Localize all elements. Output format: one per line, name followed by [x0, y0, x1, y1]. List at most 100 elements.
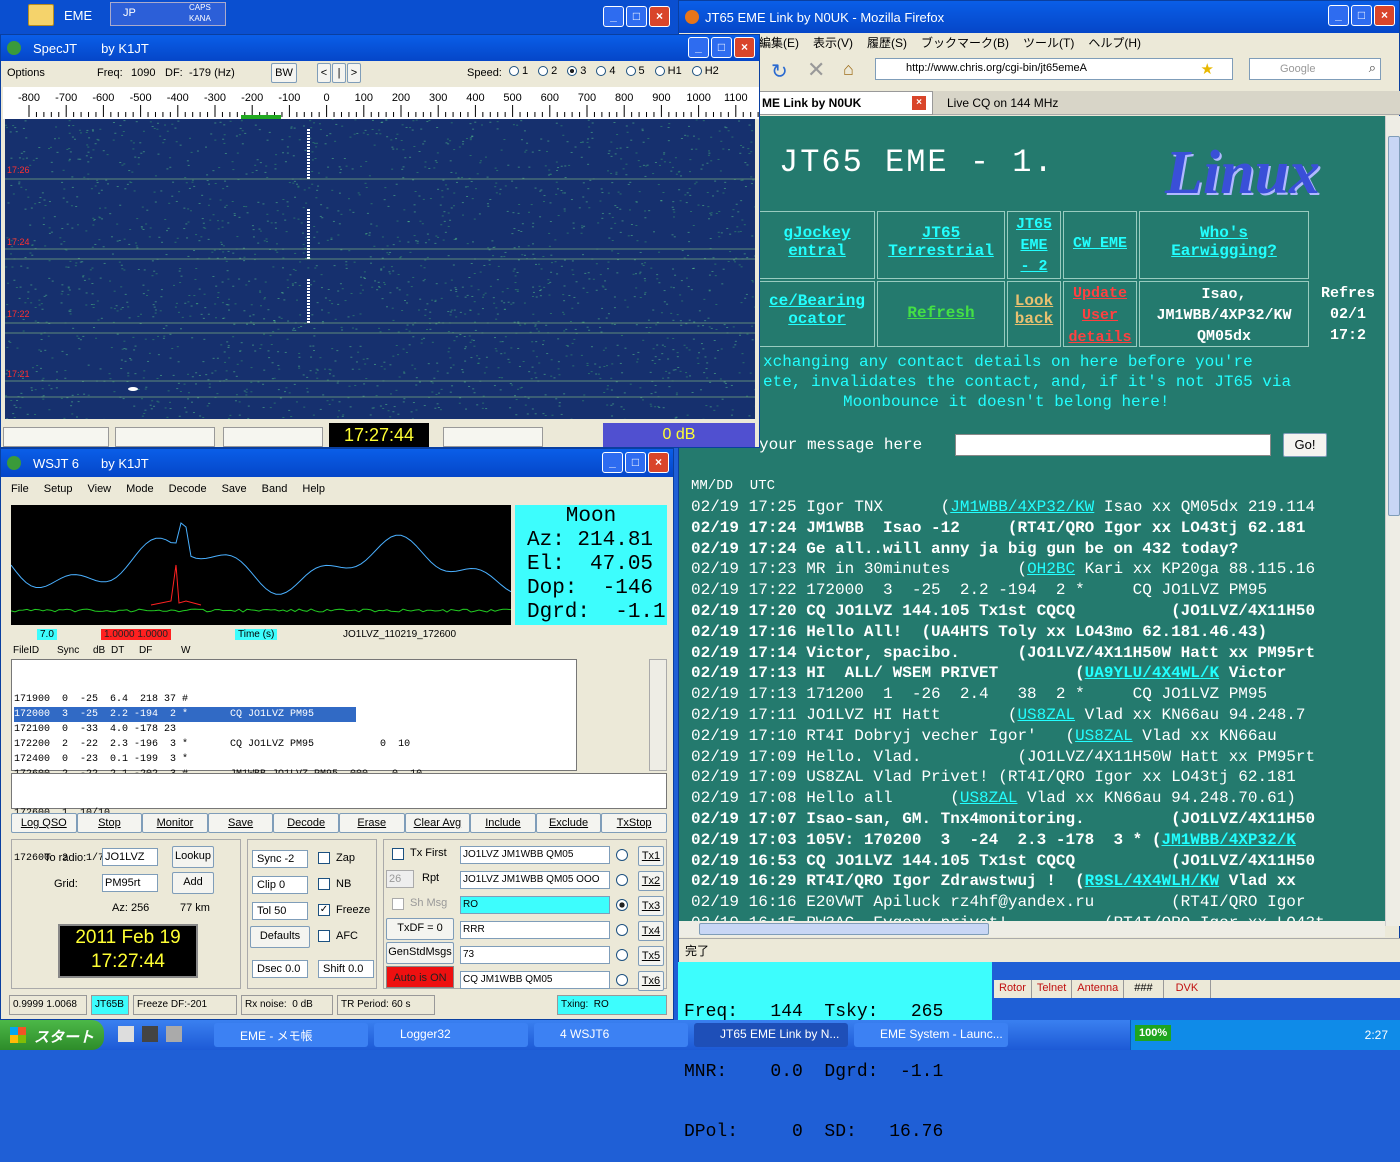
level-slider[interactable]	[3, 427, 109, 447]
menu-help[interactable]: Help	[302, 483, 325, 495]
tab-close-icon[interactable]: ×	[912, 96, 926, 110]
decode-row[interactable]: 172400 0 -23 0.1 -199 3 *	[14, 752, 574, 767]
menu-history[interactable]: 履歴(S)	[867, 34, 907, 52]
task-wsjt6[interactable]: 4 WSJT6	[534, 1023, 688, 1047]
maximize-button[interactable]: □	[711, 37, 732, 58]
close-button[interactable]: ×	[1374, 5, 1395, 26]
clip-spinner[interactable]: Clip 0	[252, 876, 308, 894]
tab-antenna[interactable]: Antenna	[1072, 980, 1124, 998]
maximize-button[interactable]: □	[626, 6, 647, 27]
menu-view[interactable]: View	[87, 483, 111, 495]
tx-message-input[interactable]: RO	[460, 896, 610, 914]
horizontal-scrollbar[interactable]	[679, 921, 1385, 937]
speed-option[interactable]: H2	[692, 65, 719, 77]
speed-option[interactable]: 1	[509, 65, 528, 77]
app-icon[interactable]	[166, 1026, 182, 1042]
tx-radio[interactable]	[616, 949, 628, 961]
minimize-button[interactable]: _	[688, 37, 709, 58]
tab-hash[interactable]: ###	[1124, 980, 1163, 998]
app-icon[interactable]	[118, 1026, 134, 1042]
zoom-indicator[interactable]: 100%	[1135, 1025, 1171, 1041]
action-button-1[interactable]: Stop	[77, 813, 143, 833]
tab-telnet[interactable]: Telnet	[1032, 980, 1072, 998]
lookback-link[interactable]: Look back	[1007, 281, 1061, 347]
callsign-link[interactable]: US8ZAL	[1017, 706, 1075, 724]
vertical-scrollbar[interactable]	[1385, 116, 1400, 926]
shift-spinner[interactable]: Shift 0.0	[318, 960, 374, 978]
maximize-button[interactable]: □	[625, 452, 646, 473]
tab-dvk[interactable]: DVK	[1164, 980, 1212, 998]
contrast-slider[interactable]	[223, 427, 323, 447]
center-button[interactable]: |	[332, 63, 346, 83]
action-button-0[interactable]: Log QSO	[11, 813, 77, 833]
minimize-button[interactable]: _	[602, 452, 623, 473]
menu-mode[interactable]: Mode	[126, 483, 154, 495]
callsign-link[interactable]: US8ZAL	[1075, 727, 1133, 745]
menu-file[interactable]: File	[11, 483, 29, 495]
tab-active[interactable]: ME Link by N0UK ×	[757, 91, 933, 115]
decode-scrollbar[interactable]	[649, 659, 667, 771]
menu-setup[interactable]: Setup	[44, 483, 73, 495]
txdf-button[interactable]: TxDF = 0	[386, 918, 454, 940]
tx-message-input[interactable]: RRR	[460, 921, 610, 939]
decode-row[interactable]: 172200 2 -22 2.3 -196 3 * CQ JO1LVZ PM95…	[14, 737, 574, 752]
decode-row[interactable]: 172000 3 -25 2.2 -194 2 * CQ JO1LVZ PM95…	[14, 707, 356, 722]
shift-right-button[interactable]: >	[347, 63, 361, 83]
task-firefox[interactable]: JT65 EME Link by N...	[694, 1023, 848, 1047]
afc-checkbox[interactable]	[318, 930, 330, 942]
close-button[interactable]: ×	[734, 37, 755, 58]
tx-radio[interactable]	[616, 974, 628, 986]
nb-checkbox[interactable]	[318, 878, 330, 890]
tx-radio[interactable]	[616, 849, 628, 861]
menu-tools[interactable]: ツール(T)	[1023, 34, 1074, 52]
tx-button[interactable]: Tx3	[638, 896, 664, 916]
callsign-link[interactable]: US8ZAL	[960, 789, 1018, 807]
reload-icon[interactable]: ↻	[771, 59, 788, 84]
close-button[interactable]: ×	[649, 6, 670, 27]
callsign-link[interactable]: JM1WBB/4XP32/K	[1161, 831, 1295, 849]
tx-radio[interactable]	[616, 924, 628, 936]
zap-checkbox[interactable]	[318, 852, 330, 864]
menu-band[interactable]: Band	[262, 483, 288, 495]
lookup-button[interactable]: Lookup	[172, 846, 214, 868]
options-menu[interactable]: Options	[7, 67, 45, 79]
freeze-checkbox[interactable]: ✓	[318, 904, 330, 916]
start-button[interactable]: スタート	[0, 1020, 104, 1050]
speed-option[interactable]: 4	[596, 65, 615, 77]
shift-left-button[interactable]: <	[317, 63, 331, 83]
tol-spinner[interactable]: Tol 50	[252, 902, 308, 920]
action-button-7[interactable]: Include	[470, 813, 536, 833]
nav-link-bearing[interactable]: ce/Bearing ocator	[759, 281, 875, 347]
dsec-spinner[interactable]: Dsec 0.0	[252, 960, 308, 978]
speed-option[interactable]: 2	[538, 65, 557, 77]
close-button[interactable]: ×	[648, 452, 669, 473]
txfirst-checkbox[interactable]	[392, 848, 404, 860]
sync-spinner[interactable]: Sync -2	[252, 850, 308, 868]
action-button-8[interactable]: Exclude	[536, 813, 602, 833]
menu-view[interactable]: 表示(V)	[813, 34, 853, 52]
shmsg-checkbox[interactable]	[392, 898, 404, 910]
speed-option[interactable]: 5	[626, 65, 645, 77]
gain-slider[interactable]	[443, 427, 543, 447]
action-button-9[interactable]: TxStop	[601, 813, 667, 833]
task-notepad[interactable]: EME - メモ帳	[214, 1023, 368, 1047]
menu-edit[interactable]: 編集(E)	[759, 34, 799, 52]
nav-link-cw-eme[interactable]: CW EME	[1063, 211, 1137, 279]
bookmark-star-icon[interactable]: ★	[1201, 60, 1214, 78]
speed-option[interactable]: H1	[655, 65, 682, 77]
action-button-4[interactable]: Decode	[273, 813, 339, 833]
action-button-5[interactable]: Erase	[339, 813, 405, 833]
menu-decode[interactable]: Decode	[169, 483, 207, 495]
callsign-link[interactable]: UA9YLU/4X4WL/K	[1085, 664, 1219, 682]
rpt-input[interactable]: 26	[386, 870, 414, 888]
bw-button[interactable]: BW	[271, 63, 297, 83]
decode-row[interactable]: 171900 0 -25 6.4 218 37 #	[14, 692, 574, 707]
search-box[interactable]: Google ⌕	[1249, 58, 1381, 80]
grid-input[interactable]: PM95rt	[102, 874, 158, 892]
nav-link-gjockey[interactable]: gJockey entral	[759, 211, 875, 279]
go-button[interactable]: Go!	[1283, 433, 1327, 457]
decode-row[interactable]: 172100 0 -33 4.0 -178 23	[14, 722, 574, 737]
search-icon[interactable]: ⌕	[1369, 60, 1376, 76]
tab-live-cq[interactable]: Live CQ on 144 MHz	[939, 93, 1179, 115]
tx-radio[interactable]	[616, 874, 628, 886]
